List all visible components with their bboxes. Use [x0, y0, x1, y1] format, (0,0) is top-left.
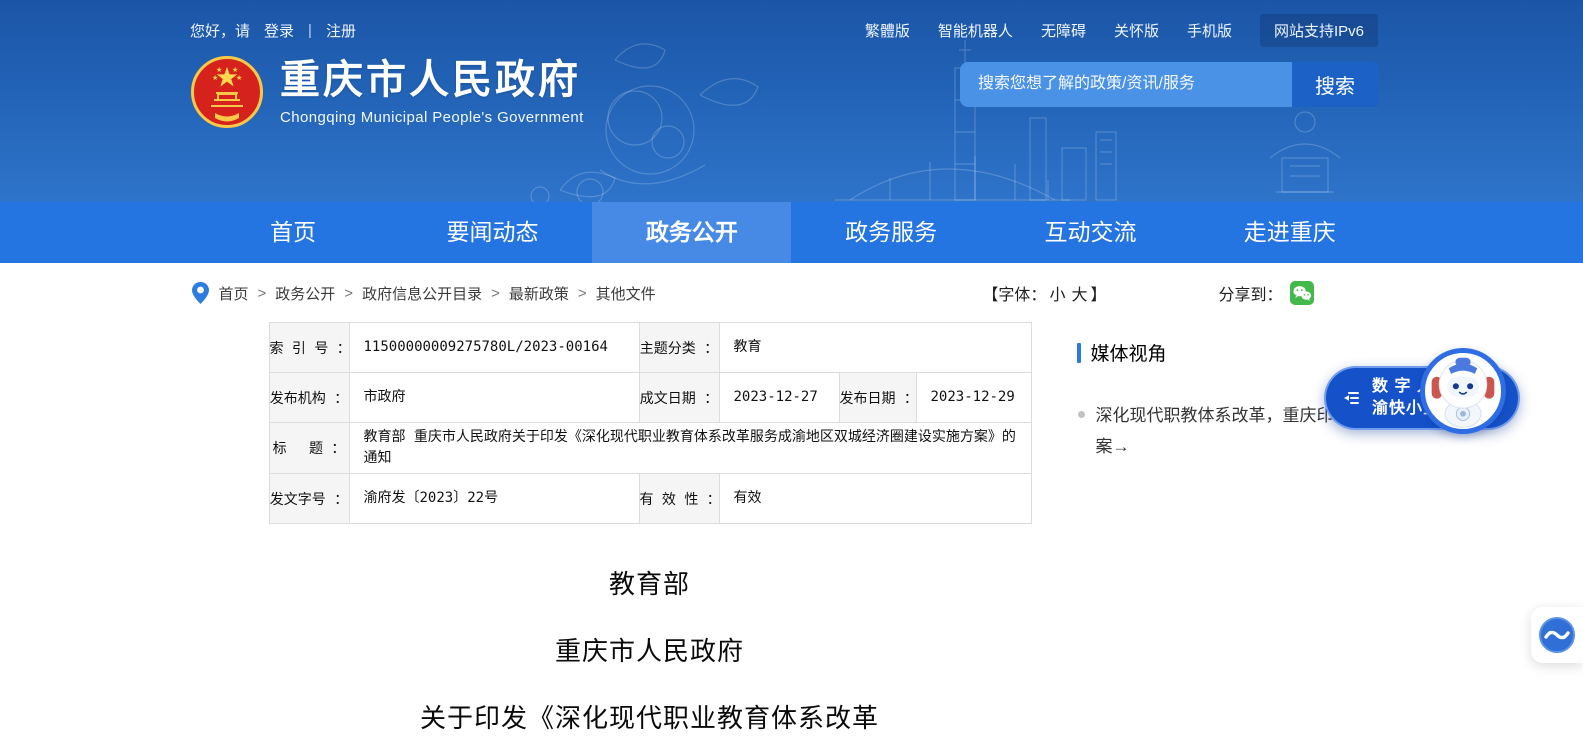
topbar: 您好，请 登录 | 注册 繁體版 智能机器人 无障碍 关怀版 手机版 网站支持I…	[0, 0, 1583, 41]
document-column: 索 引 号 ： 11500000009275780L/2023-00164 主题…	[269, 322, 1031, 756]
written-date-label: 成文日期 ：	[639, 373, 719, 423]
location-pin-icon	[192, 282, 209, 304]
topbar-item-mobile[interactable]: 手机版	[1187, 20, 1232, 41]
breadcrumb-info-catalog[interactable]: 政府信息公开目录	[362, 283, 482, 304]
document-title-line1: 教育部	[269, 568, 1031, 602]
nav-item-home[interactable]: 首页	[194, 202, 393, 263]
nav-item-gov-disclosure[interactable]: 政务公开	[592, 202, 791, 263]
brand-row: ★ ★ ★ ★ 重庆市人民政府 Chongqing Municipal Peop…	[0, 55, 1583, 129]
breadcrumb-separator: >	[258, 285, 267, 302]
site-header: 您好，请 登录 | 注册 繁體版 智能机器人 无障碍 关怀版 手机版 网站支持I…	[0, 0, 1583, 202]
breadcrumb-separator: >	[344, 285, 353, 302]
title-value: 教育部 重庆市人民政府关于印发《深化现代职业教育体系改革服务成渝地区双城经济圈建…	[349, 423, 1031, 474]
breadcrumb-other-documents: 其他文件	[596, 283, 656, 304]
digital-assistant-widget[interactable]: 数 字 人 渝快小宝	[1324, 360, 1520, 444]
share-group: 分享到：	[1218, 281, 1313, 305]
robot-mascot-icon[interactable]	[1420, 348, 1506, 434]
font-control-suffix: 】	[1090, 281, 1106, 305]
issuing-agency-label: 发布机构 ：	[269, 373, 349, 423]
share-label: 分享到：	[1218, 281, 1282, 305]
svg-text:★: ★	[212, 74, 218, 82]
search-input[interactable]	[960, 62, 1292, 107]
nav-item-interaction[interactable]: 互动交流	[991, 202, 1190, 263]
document-title-line2: 重庆市人民政府	[269, 635, 1031, 669]
topbar-item-care-edition[interactable]: 关怀版	[1114, 20, 1159, 41]
register-link[interactable]: 注册	[326, 20, 356, 41]
topbar-divider: |	[308, 22, 312, 39]
breadcrumb: 首页 > 政务公开 > 政府信息公开目录 > 最新政策 > 其他文件 【字体： …	[192, 276, 1392, 310]
doc-number-label: 发文字号 ：	[269, 474, 349, 524]
font-control-prefix: 【字体：	[982, 281, 1046, 305]
main-navigation: 首页 要闻动态 政务公开 政务服务 互动交流 走进重庆	[0, 202, 1583, 263]
doc-number-value: 渝府发〔2023〕22号	[349, 474, 639, 524]
table-row: 发布机构 ： 市政府 成文日期 ： 2023-12-27 发布日期 ： 2023…	[269, 373, 1031, 423]
floating-service-button[interactable]	[1531, 607, 1583, 663]
login-link[interactable]: 登录	[264, 20, 294, 41]
document-title-line3: 关于印发《深化现代职业教育体系改革	[269, 702, 1031, 736]
breadcrumb-separator: >	[578, 285, 587, 302]
topbar-item-traditional[interactable]: 繁體版	[865, 20, 910, 41]
bullet-dot-icon	[1078, 411, 1085, 418]
breadcrumb-separator: >	[491, 285, 500, 302]
issuing-agency-value: 市政府	[349, 373, 639, 423]
breadcrumb-home[interactable]: 首页	[219, 283, 249, 304]
wechat-share-icon[interactable]	[1290, 281, 1314, 305]
nav-item-news[interactable]: 要闻动态	[393, 202, 592, 263]
topic-category-label: 主题分类 ：	[639, 323, 719, 373]
font-size-large-button[interactable]: 大	[1071, 281, 1087, 305]
page: 您好，请 登录 | 注册 繁體版 智能机器人 无障碍 关怀版 手机版 网站支持I…	[0, 0, 1583, 756]
greeting-text: 您好，请	[190, 20, 250, 41]
national-emblem-icon: ★ ★ ★ ★	[190, 55, 264, 129]
written-date-value: 2023-12-27	[719, 373, 839, 423]
content-area: 首页 > 政务公开 > 政府信息公开目录 > 最新政策 > 其他文件 【字体： …	[0, 276, 1583, 756]
topbar-item-ipv6[interactable]: 网站支持IPv6	[1260, 14, 1378, 47]
validity-value: 有效	[719, 474, 1031, 524]
site-subtitle: Chongqing Municipal People's Government	[280, 109, 584, 126]
svg-text:★: ★	[236, 74, 242, 82]
table-row: 索 引 号 ： 11500000009275780L/2023-00164 主题…	[269, 323, 1031, 373]
index-number-value: 11500000009275780L/2023-00164	[349, 323, 639, 373]
document-metadata-table: 索 引 号 ： 11500000009275780L/2023-00164 主题…	[269, 322, 1032, 524]
svg-text:★: ★	[216, 66, 222, 74]
service-logo-icon	[1538, 616, 1576, 654]
media-section-title: 媒体视角	[1091, 339, 1167, 366]
topbar-item-accessibility[interactable]: 无障碍	[1041, 20, 1086, 41]
publish-date-value: 2023-12-29	[916, 373, 1031, 423]
topbar-item-robot[interactable]: 智能机器人	[938, 20, 1013, 41]
search-button[interactable]: 搜索	[1292, 62, 1378, 107]
document-title-block: 教育部 重庆市人民政府 关于印发《深化现代职业教育体系改革	[269, 524, 1031, 735]
search-box: 搜索	[960, 62, 1378, 107]
font-size-control: 【字体： 小 大 】	[982, 281, 1106, 305]
section-accent-bar	[1077, 343, 1081, 363]
table-row: 标 题 ： 教育部 重庆市人民政府关于印发《深化现代职业教育体系改革服务成渝地区…	[269, 423, 1031, 474]
site-title: 重庆市人民政府	[280, 58, 584, 102]
title-label: 标 题 ：	[269, 423, 349, 474]
table-row: 发文字号 ： 渝府发〔2023〕22号 有 效 性 ： 有效	[269, 474, 1031, 524]
index-number-label: 索 引 号 ：	[269, 323, 349, 373]
breadcrumb-gov-disclosure[interactable]: 政务公开	[275, 283, 335, 304]
nav-item-about-chongqing[interactable]: 走进重庆	[1190, 202, 1389, 263]
validity-label: 有 效 性 ：	[639, 474, 719, 524]
font-size-small-button[interactable]: 小	[1049, 281, 1065, 305]
breadcrumb-latest-policies[interactable]: 最新政策	[509, 283, 569, 304]
svg-text:★: ★	[232, 66, 238, 74]
nav-item-gov-services[interactable]: 政务服务	[791, 202, 990, 263]
topic-category-value: 教育	[719, 323, 1031, 373]
assistant-menu-icon	[1341, 387, 1363, 409]
publish-date-label: 发布日期 ：	[839, 373, 916, 423]
